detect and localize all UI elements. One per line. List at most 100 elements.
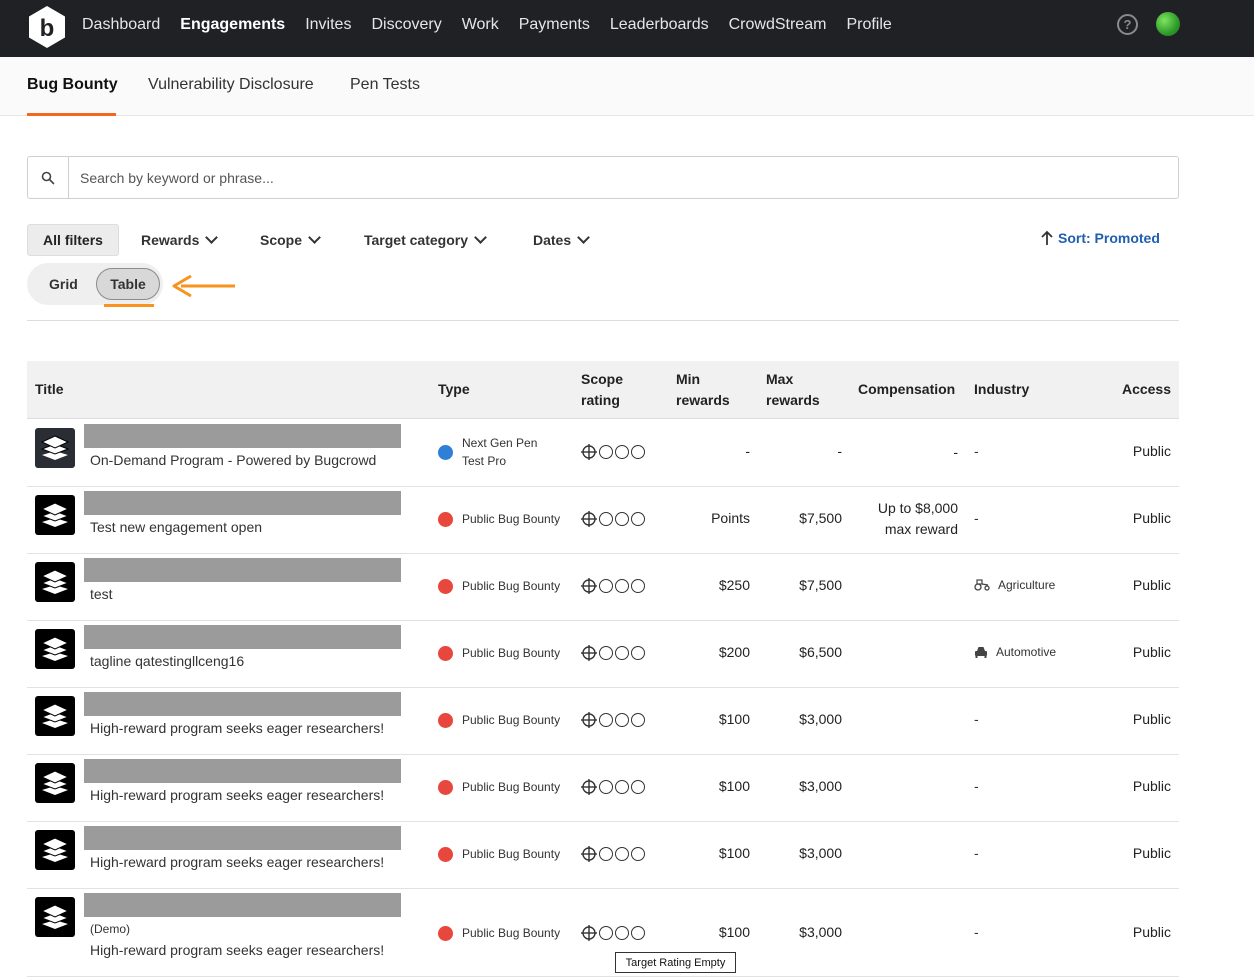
col-max-rewards-line1: Max	[766, 371, 794, 387]
rating-circle-icon	[599, 646, 613, 660]
col-compensation[interactable]: Compensation	[858, 379, 955, 400]
scope-rating[interactable]	[581, 846, 645, 862]
engagement-logo[interactable]	[35, 562, 75, 602]
help-icon[interactable]: ?	[1117, 14, 1138, 35]
bugcrowd-logo[interactable]: b	[27, 5, 67, 49]
table-row[interactable]: High-reward program seeks eager research…	[27, 755, 1179, 822]
nav-work[interactable]: Work	[462, 16, 499, 34]
nav-payments[interactable]: Payments	[519, 16, 590, 34]
table-row[interactable]: tagline qatestingllceng16 Public Bug Boun…	[27, 621, 1179, 688]
table-row[interactable]: High-reward program seeks eager research…	[27, 688, 1179, 755]
nav-invites[interactable]: Invites	[305, 16, 351, 34]
nav-crowdstream[interactable]: CrowdStream	[729, 16, 827, 34]
scope-rating[interactable]	[581, 779, 645, 795]
engagement-tagline[interactable]: test	[90, 586, 113, 602]
rating-circle-icon	[631, 512, 645, 526]
scope-rating[interactable]	[581, 444, 645, 460]
search-input[interactable]	[80, 167, 1160, 189]
nav-engagements[interactable]: Engagements	[180, 16, 285, 34]
scope-rating[interactable]	[581, 511, 645, 527]
engagement-type: Public Bug Bounty	[462, 926, 561, 940]
table-row[interactable]: On-Demand Program - Powered by Bugcrowd N…	[27, 420, 1179, 487]
engagement-logo[interactable]	[35, 696, 75, 736]
engagement-logo[interactable]	[35, 897, 75, 937]
pen-test-icon	[438, 445, 453, 460]
scope-rating[interactable]	[581, 578, 645, 594]
engagement-type: Next Gen Pen Test Pro	[462, 434, 537, 470]
engagement-tagline[interactable]: High-reward program seeks eager research…	[90, 942, 384, 958]
nav-discovery[interactable]: Discovery	[371, 16, 441, 34]
tab-bug-bounty[interactable]: Bug Bounty	[27, 76, 118, 94]
grid-view-button[interactable]: Grid	[49, 276, 78, 292]
max-reward: $3,000	[799, 778, 842, 794]
demo-label: (Demo)	[90, 922, 131, 936]
access-level: Public	[1132, 778, 1171, 794]
table-row[interactable]: (Demo) High-reward program seeks eager re…	[27, 889, 1179, 977]
col-max-rewards[interactable]: Max rewards	[766, 369, 820, 411]
chevron-down-icon	[308, 231, 321, 244]
target-crosshair-icon	[581, 645, 597, 661]
rewards-filter[interactable]: Rewards	[141, 231, 219, 248]
engagement-type: Public Bug Bounty	[462, 780, 561, 794]
col-min-rewards[interactable]: Min rewards	[676, 369, 730, 411]
all-filters-button[interactable]: All filters	[27, 224, 119, 256]
engagement-tagline[interactable]: Test new engagement open	[90, 519, 262, 535]
table-row[interactable]: test Public Bug Bounty $250 $7,500 Agricultu…	[27, 554, 1179, 621]
engagement-logo[interactable]	[35, 763, 75, 803]
col-type[interactable]: Type	[438, 379, 470, 400]
dates-filter-label: Dates	[533, 232, 572, 248]
scope-filter[interactable]: Scope	[260, 231, 321, 248]
engagement-tagline[interactable]: High-reward program seeks eager research…	[90, 854, 384, 870]
search-button[interactable]	[28, 157, 69, 198]
rating-circle-icon	[615, 445, 629, 459]
rewards-filter-label: Rewards	[141, 232, 200, 248]
access-level: Public	[1132, 443, 1171, 459]
col-min-rewards-line1: Min	[676, 371, 701, 387]
rating-circle-icon	[599, 780, 613, 794]
sort-button[interactable]: Sort: Promoted	[1040, 230, 1160, 246]
rating-circle-icon	[599, 445, 613, 459]
table-view-button[interactable]: Table	[96, 268, 160, 300]
col-scope-rating[interactable]: Scope rating	[581, 369, 623, 411]
compensation: Up to $8,000 max reward	[878, 498, 958, 540]
nav-leaderboards[interactable]: Leaderboards	[610, 16, 709, 34]
scope-rating[interactable]	[581, 645, 645, 661]
engagement-logo[interactable]	[35, 495, 75, 535]
engagement-tagline[interactable]: High-reward program seeks eager research…	[90, 787, 384, 803]
engagement-logo[interactable]	[35, 428, 75, 468]
engagement-tagline[interactable]: High-reward program seeks eager research…	[90, 720, 384, 736]
industry: -	[974, 510, 979, 526]
engagement-tagline[interactable]: On-Demand Program - Powered by Bugcrowd	[90, 452, 376, 468]
engagement-tabs: Bug Bounty Vulnerability Disclosure Pen …	[0, 57, 1254, 116]
col-title[interactable]: Title	[35, 379, 64, 400]
engagement-logo[interactable]	[35, 830, 75, 870]
nav-profile[interactable]: Profile	[846, 16, 891, 34]
rating-circle-icon	[615, 646, 629, 660]
target-crosshair-icon	[581, 846, 597, 862]
engagement-logo[interactable]	[35, 629, 75, 669]
min-reward: Points	[711, 510, 750, 526]
engagement-logo-icon	[40, 904, 70, 929]
scope-rating[interactable]	[581, 925, 645, 941]
engagement-logo-icon	[40, 502, 70, 527]
access-level: Public	[1132, 577, 1171, 593]
rating-circle-icon	[615, 713, 629, 727]
industry-label: Agriculture	[998, 578, 1056, 592]
col-access[interactable]: Access	[1122, 379, 1171, 400]
industry: -	[974, 924, 979, 940]
tab-pen-tests[interactable]: Pen Tests	[350, 76, 420, 94]
avatar[interactable]	[1156, 12, 1180, 36]
target-crosshair-icon	[581, 712, 597, 728]
dates-filter[interactable]: Dates	[533, 231, 591, 248]
table-row[interactable]: Test new engagement open Public Bug Bount…	[27, 487, 1179, 554]
table-header: Title Type Scope rating Min rewards Max …	[27, 361, 1179, 419]
target-crosshair-icon	[581, 578, 597, 594]
target-category-filter[interactable]: Target category	[364, 231, 487, 248]
nav-dashboard[interactable]: Dashboard	[82, 16, 160, 34]
col-industry[interactable]: Industry	[974, 379, 1029, 400]
scope-rating[interactable]	[581, 712, 645, 728]
tab-vulnerability-disclosure[interactable]: Vulnerability Disclosure	[148, 76, 314, 94]
engagement-tagline[interactable]: tagline qatestingllceng16	[90, 653, 244, 669]
table-row[interactable]: High-reward program seeks eager research…	[27, 822, 1179, 889]
bug-icon	[438, 512, 453, 527]
